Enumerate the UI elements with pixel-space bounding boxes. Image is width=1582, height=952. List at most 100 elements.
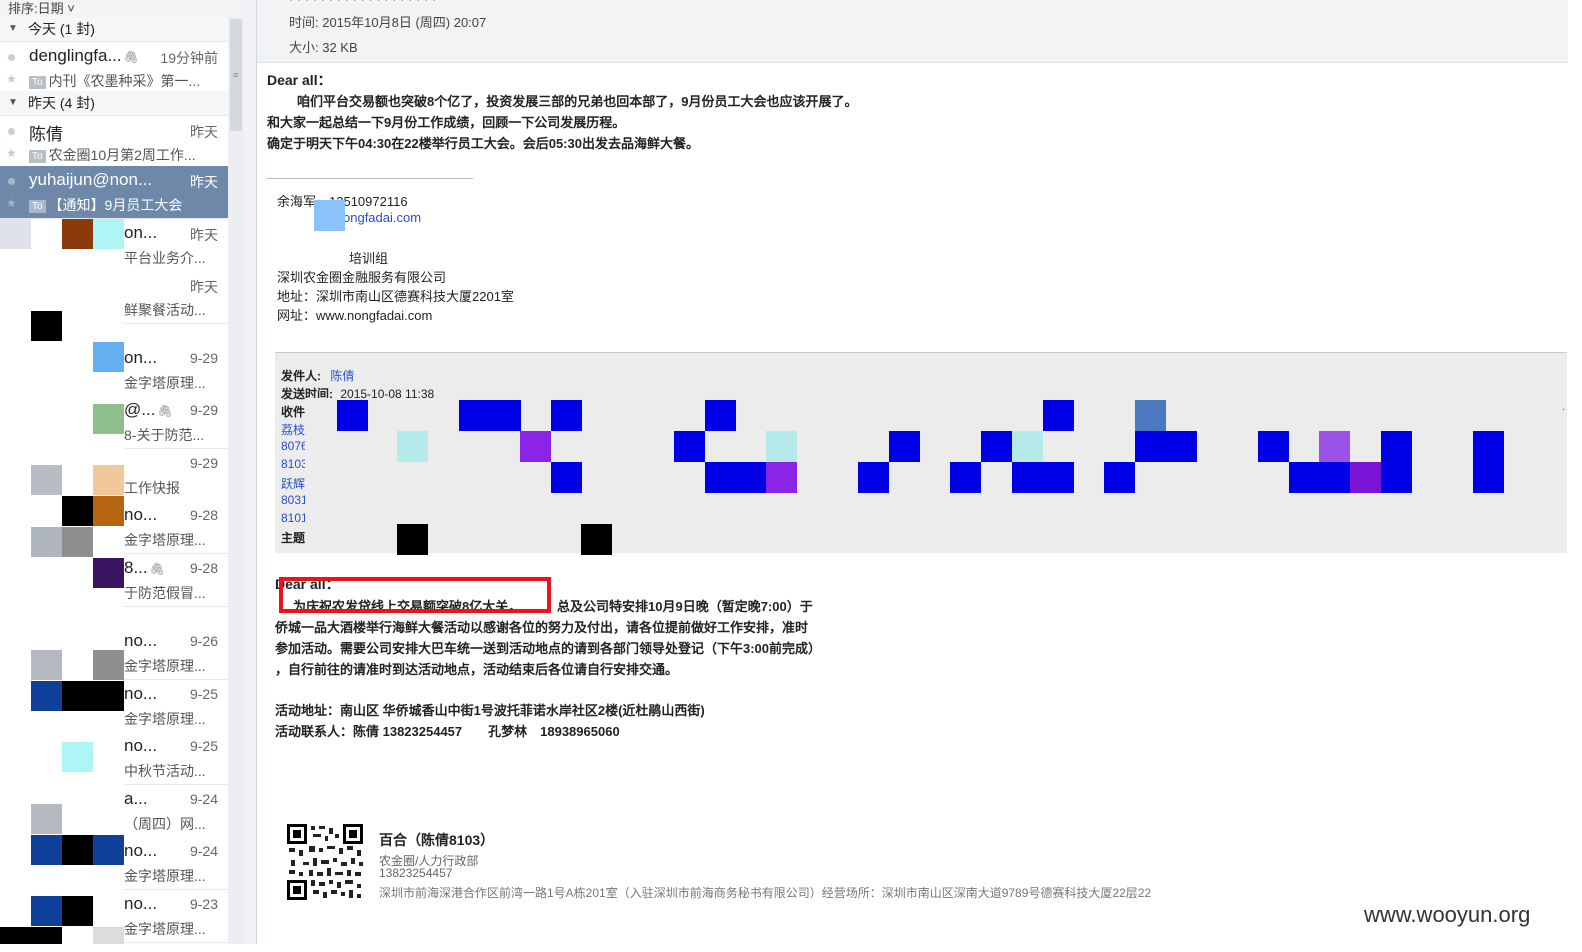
list-item-from: no... bbox=[124, 736, 158, 755]
signature-divider bbox=[267, 178, 473, 179]
sort-label: 排序:日期 ˅ bbox=[8, 1, 75, 16]
edge-link-fragments: · bbox=[1562, 404, 1566, 415]
redaction-block bbox=[257, 196, 277, 227]
redaction-mosaic bbox=[305, 398, 1567, 555]
star-icon[interactable]: ★ bbox=[6, 72, 17, 86]
group-label: 昨天 (4 封) bbox=[28, 95, 95, 111]
list-item-from: 8... 🖇 bbox=[124, 558, 165, 577]
redaction-block bbox=[314, 200, 345, 231]
recipient-link[interactable]: 荔枝 bbox=[281, 421, 305, 438]
list-item-from: no... bbox=[124, 631, 158, 650]
list-item-from: yuhaijun@non... bbox=[29, 170, 153, 189]
list-item-from: no... bbox=[124, 841, 158, 860]
recipient-link[interactable]: 8103 bbox=[281, 457, 308, 471]
red-highlight-box bbox=[279, 577, 551, 613]
collapse-triangle-icon: ▼ bbox=[8, 97, 18, 108]
qr-code-icon bbox=[285, 822, 365, 902]
list-item-subject: 金字塔原理... bbox=[124, 921, 206, 937]
list-item-date: 9-29 bbox=[189, 350, 218, 366]
list-item-subject: 金字塔原理... bbox=[124, 711, 206, 727]
unread-dot-icon bbox=[8, 178, 15, 185]
attachment-icon: 🖇 bbox=[157, 404, 173, 418]
body-paragraph: 和大家一起总结一下9月份工作成绩，回顾一下公司发展历程。 bbox=[267, 115, 626, 130]
message-time: 时间: 2015年10月8日 (周四) 20:07 bbox=[289, 15, 487, 30]
sig2-phone: 13823254457 bbox=[379, 866, 453, 880]
list-item-subject: 于防范假冒... bbox=[124, 585, 206, 601]
list-item-subject: 金字塔原理... bbox=[124, 658, 206, 674]
recipient-link[interactable]: 跃辉 bbox=[281, 475, 305, 492]
quoted-line: 侨城一品大酒楼举行海鲜大餐活动以感谢各位的努力及付出，请各位提前做好工作安排，准… bbox=[275, 620, 809, 635]
list-item-from: no... bbox=[124, 894, 158, 913]
list-item-date: 9-28 bbox=[189, 560, 218, 576]
list-item-date: 9-26 bbox=[189, 633, 218, 649]
body-paragraph: 咱们平台交易额也突破8个亿了，投资发展三部的兄弟也回本部了，9月份员工大会也应该… bbox=[297, 94, 858, 109]
list-item-date: 9-29 bbox=[189, 402, 218, 418]
recipient-link[interactable]: 8076 bbox=[281, 439, 308, 453]
star-icon[interactable]: ★ bbox=[6, 196, 17, 210]
list-item-from: 陈倩 bbox=[29, 125, 63, 144]
list-item-date: 9-24 bbox=[189, 791, 218, 807]
event-address: 活动地址：南山区 华侨城香山中街1号波托菲诺水岸社区2楼(近杜鹃山西街) bbox=[275, 703, 705, 718]
sig2-address: 深圳市前海深港合作区前湾一路1号A栋201室（入驻深圳市前海商务秘书有限公司）经… bbox=[379, 886, 1152, 900]
pane-splitter[interactable] bbox=[244, 0, 257, 944]
sender-label: 发件人: bbox=[281, 369, 321, 383]
list-item-from: no... bbox=[124, 684, 158, 703]
list-item-subject: 8-关于防范... bbox=[124, 427, 205, 443]
list-item-subject: 中秋节活动... bbox=[124, 763, 206, 779]
to-badge: To bbox=[29, 200, 46, 213]
to-label: 收件 bbox=[281, 405, 306, 419]
sig-dept: 培训组 bbox=[349, 251, 389, 266]
attachment-icon: 🖇 bbox=[123, 50, 139, 64]
list-item-subject: 平台业务介... bbox=[124, 250, 206, 266]
sort-dropdown[interactable]: 排序:日期 ˅ bbox=[0, 0, 244, 18]
list-item-from: a... bbox=[124, 789, 148, 808]
unread-dot-icon bbox=[8, 54, 15, 61]
list-item-subject: To 【通知】9月员工大会 bbox=[29, 195, 182, 215]
message-size: 大小: 32 KB bbox=[289, 40, 358, 55]
list-item-subject: （周四）网... bbox=[124, 816, 206, 832]
body-greeting: Dear all： bbox=[267, 72, 332, 88]
list-item-from: on... bbox=[124, 348, 158, 367]
quoted-line: 参加活动。需要公司安排大巴车统一送到活动地点的请到各部门领导处登记（下午3:00… bbox=[275, 641, 822, 656]
recipient-link[interactable]: 8101 bbox=[281, 511, 308, 525]
list-item-date: 昨天 bbox=[190, 174, 218, 190]
sig-company: 深圳农金圈金融服务有限公司 bbox=[277, 270, 447, 285]
recipients-line-cut: · · · · · · · · · · · · · · · · · · · bbox=[289, 0, 436, 7]
list-item[interactable]: 陈倩 昨天 ★ To 农金圈10月第2周工作... bbox=[0, 116, 228, 169]
list-item-date: 9-23 bbox=[189, 896, 218, 912]
event-contact: 活动联系人：陈倩 13823254457 孔梦林 18938965060 bbox=[275, 724, 620, 739]
list-item-from: on... bbox=[124, 223, 158, 242]
sig-address: 地址：深圳市南山区德赛科技大厦2201室 bbox=[277, 289, 514, 304]
group-yesterday[interactable]: ▼ 昨天 (4 封) bbox=[0, 91, 228, 116]
to-badge: To bbox=[29, 150, 46, 163]
list-item-date: 9-28 bbox=[189, 507, 218, 523]
list-item[interactable]: denglingfa... 🖇 19分钟前 ★ To 内刊《农墨种采》第一... bbox=[0, 42, 228, 95]
list-item-subject: To 农金圈10月第2周工作... bbox=[29, 145, 196, 165]
list-item-date: 19分钟前 bbox=[160, 50, 218, 66]
list-item-date: 9-29 bbox=[189, 455, 218, 471]
list-item-subject: 金字塔原理... bbox=[124, 868, 206, 884]
list-item-date: 9-25 bbox=[189, 738, 218, 754]
list-item-subject: To 内刊《农墨种采》第一... bbox=[29, 71, 200, 91]
list-item-subject: 工作快报 bbox=[124, 480, 180, 496]
sender-link[interactable]: 陈倩 bbox=[330, 369, 354, 383]
quoted-line: ，自行前往的请准时到达活动地点，活动结束后各位请自行安排交通。 bbox=[275, 662, 679, 677]
message-list-pane: 排序:日期 ˅ ▼ 今天 (1 封) denglingfa... 🖇 19分钟前 … bbox=[0, 0, 245, 944]
reading-pane: · · · · · · · · · · · · · · · · · · · 时间… bbox=[257, 0, 1568, 944]
unread-dot-icon bbox=[8, 128, 15, 135]
list-item-selected[interactable]: yuhaijun@non... 昨天 ★ To 【通知】9月员工大会 bbox=[0, 166, 228, 219]
list-item-subject: 鲜聚餐活动... bbox=[124, 302, 206, 318]
list-scrollbar[interactable] bbox=[228, 17, 244, 944]
qr-code-image bbox=[285, 822, 365, 902]
quoted-sender-row: 发件人: 陈倩 bbox=[281, 367, 354, 384]
sig-website: 网址：www.nongfadai.com bbox=[277, 308, 433, 323]
list-item-date: 昨天 bbox=[190, 227, 218, 243]
recipient-link[interactable]: 8031 bbox=[281, 493, 308, 507]
star-icon[interactable]: ★ bbox=[6, 146, 17, 160]
scroll-grip-icon: ≡ bbox=[233, 70, 239, 80]
group-today[interactable]: ▼ 今天 (1 封) bbox=[0, 17, 228, 42]
group-label: 今天 (1 封) bbox=[28, 21, 95, 37]
list-item-subject: 金字塔原理... bbox=[124, 532, 206, 548]
list-item-date: 昨天 bbox=[190, 279, 218, 295]
sig-email-link[interactable]: ongfadai.com bbox=[343, 210, 421, 225]
